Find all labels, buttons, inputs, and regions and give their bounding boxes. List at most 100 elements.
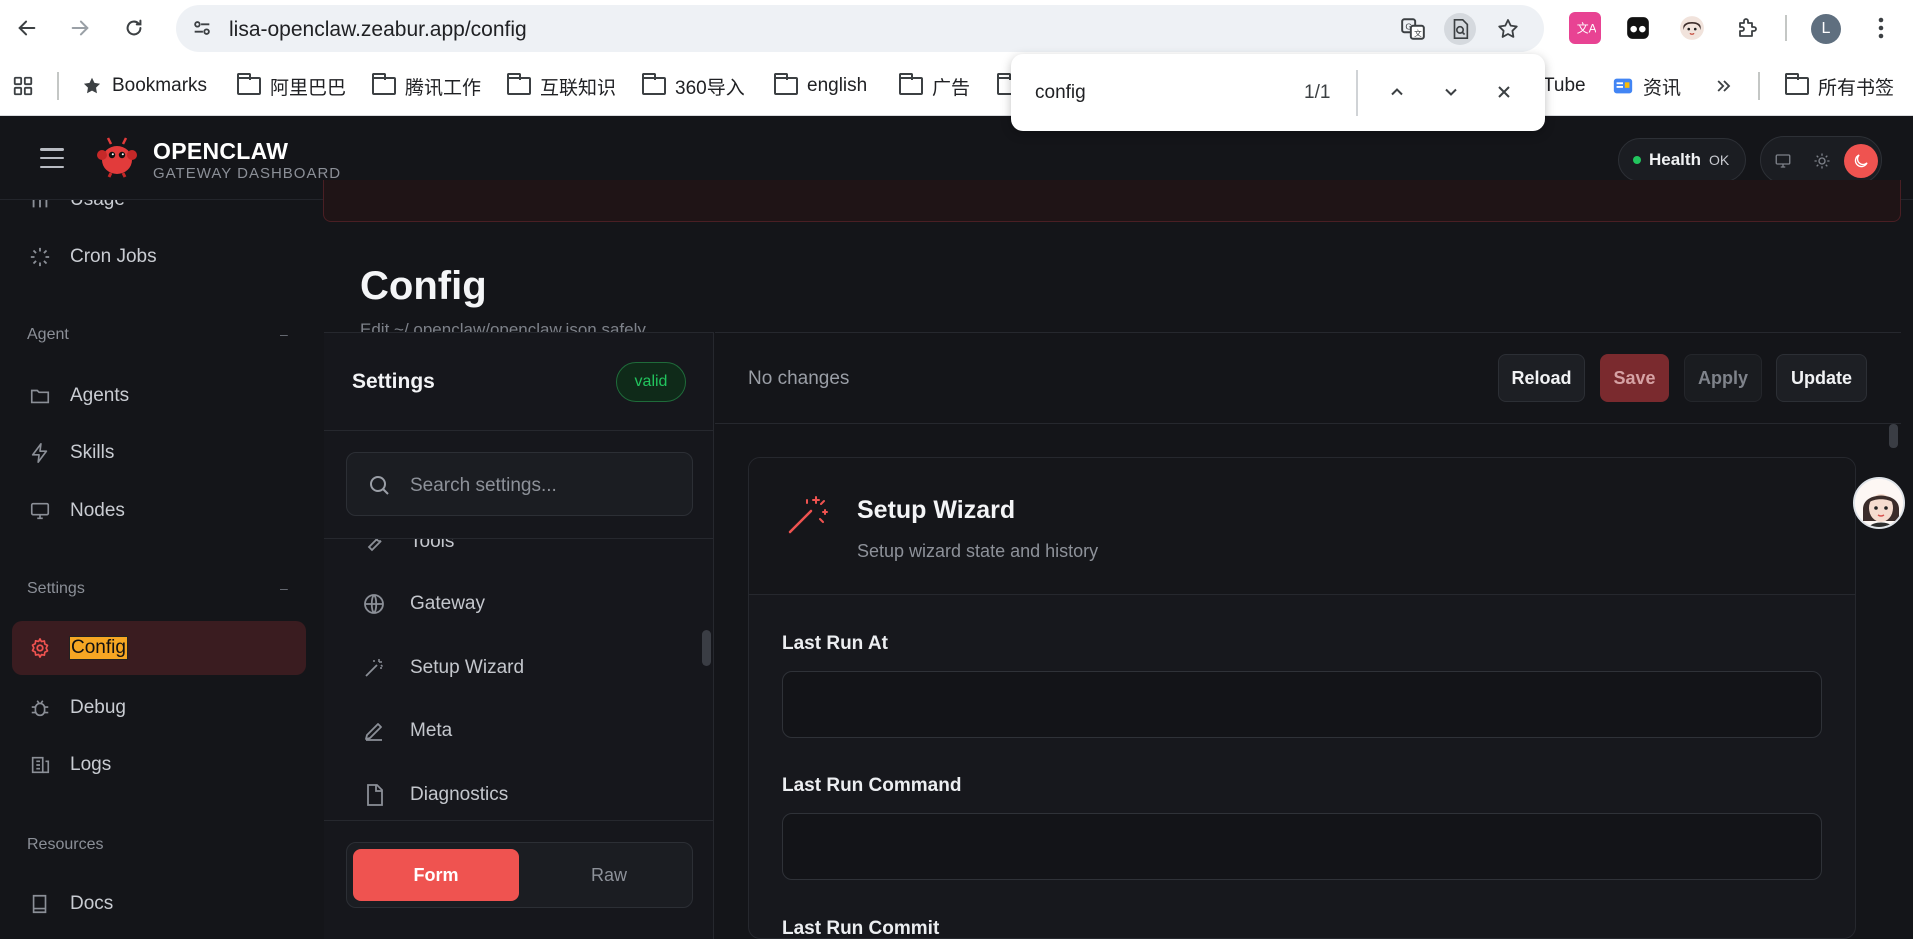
sidebar-item-label: Skills bbox=[70, 442, 115, 463]
profile-avatar[interactable]: L bbox=[1811, 14, 1841, 44]
health-value: OK bbox=[1708, 152, 1730, 168]
sidebar-item-docs[interactable]: Docs bbox=[12, 877, 306, 931]
chevron-down-icon bbox=[1445, 88, 1457, 96]
back-button[interactable] bbox=[11, 12, 43, 44]
save-button[interactable]: Save bbox=[1600, 354, 1669, 402]
reload-page-button[interactable] bbox=[118, 12, 150, 44]
sidebar-section-resources[interactable]: Resources bbox=[27, 836, 103, 854]
star-filled-icon bbox=[83, 77, 101, 94]
bookmark-folder[interactable]: 360导入 bbox=[641, 73, 745, 99]
folder-icon bbox=[28, 384, 52, 408]
menu-icon[interactable] bbox=[40, 148, 64, 168]
bookmark-folder[interactable]: 阿里巴巴 bbox=[236, 73, 347, 99]
section-list-scrollbar[interactable] bbox=[702, 630, 711, 666]
reload-button[interactable]: Reload bbox=[1498, 354, 1585, 402]
form-mode-button[interactable]: Form bbox=[353, 849, 519, 901]
more-bookmarks-button[interactable] bbox=[1714, 73, 1734, 99]
section-item-meta[interactable]: Meta bbox=[362, 716, 452, 746]
gear-icon bbox=[28, 636, 52, 660]
folder-icon bbox=[1784, 73, 1809, 95]
translate-extension-icon[interactable]: 文A bbox=[1569, 12, 1601, 44]
system-theme-button[interactable] bbox=[1767, 145, 1799, 177]
sidebar-item-config[interactable]: Config bbox=[12, 621, 306, 675]
tampermonkey-extension-icon[interactable] bbox=[1622, 12, 1654, 44]
light-theme-button[interactable] bbox=[1806, 145, 1838, 177]
status-badge: valid bbox=[616, 362, 686, 402]
section-item-label: Meta bbox=[410, 720, 453, 741]
find-next-button[interactable] bbox=[1433, 74, 1469, 110]
forward-button[interactable] bbox=[64, 12, 96, 44]
sidebar-item-usage[interactable]: Usage bbox=[12, 200, 306, 227]
news-icon bbox=[1613, 78, 1633, 94]
moon-icon bbox=[1854, 154, 1868, 168]
translate-icon[interactable]: G文 bbox=[1397, 13, 1429, 45]
sidebar-item-skills[interactable]: Skills bbox=[12, 426, 306, 480]
collapse-settings-toggle[interactable]: – bbox=[280, 580, 288, 596]
sidebar-item-logs[interactable]: Logs bbox=[12, 738, 306, 792]
chevron-up-icon bbox=[1391, 88, 1403, 96]
sidebar-item-cron-jobs[interactable]: Cron Jobs bbox=[12, 230, 306, 284]
collapse-agent-toggle[interactable]: – bbox=[280, 326, 288, 342]
globe-icon bbox=[364, 594, 384, 614]
field-label: Last Run Command bbox=[782, 775, 962, 796]
all-bookmarks-folder[interactable]: 所有书签 bbox=[1784, 73, 1894, 99]
arrow-left-icon bbox=[18, 20, 36, 36]
bookmark-folder[interactable]: 互联知识 bbox=[506, 73, 616, 99]
bookmark-label: 360导入 bbox=[675, 77, 745, 99]
last-run-command-input[interactable] bbox=[782, 813, 1822, 880]
find-previous-button[interactable] bbox=[1379, 74, 1415, 110]
apply-button[interactable]: Apply bbox=[1684, 354, 1762, 402]
wand-icon bbox=[788, 496, 828, 534]
sun-icon bbox=[1814, 153, 1830, 169]
sidebar: Usage Cron Jobs Agent – Agents Skills No… bbox=[0, 200, 320, 939]
apps-grid-icon[interactable] bbox=[12, 73, 34, 99]
section-item-setup-wizard[interactable]: Setup Wizard bbox=[362, 653, 524, 683]
bar-chart-icon bbox=[28, 200, 52, 212]
search-placeholder: Search settings... bbox=[410, 475, 557, 496]
bookmark-folder[interactable]: 腾讯工作 bbox=[371, 73, 481, 99]
assistant-avatar[interactable] bbox=[1853, 477, 1905, 529]
section-item-label: Gateway bbox=[410, 593, 485, 614]
find-close-button[interactable] bbox=[1486, 74, 1522, 110]
bookmark-folder[interactable]: english bbox=[773, 73, 867, 99]
find-in-page-icon[interactable] bbox=[1444, 13, 1476, 45]
folder-icon bbox=[506, 73, 531, 95]
folder-icon bbox=[773, 73, 798, 95]
bug-icon bbox=[28, 696, 52, 720]
avatar-extension-icon[interactable] bbox=[1676, 12, 1708, 44]
sidebar-item-nodes[interactable]: Nodes bbox=[12, 484, 306, 538]
url-text[interactable]: lisa-openclaw.zeabur.app/config bbox=[229, 18, 527, 42]
site-info-icon[interactable] bbox=[188, 14, 216, 42]
more-vertical-icon[interactable] bbox=[1865, 12, 1897, 44]
bookmark-star-icon[interactable] bbox=[1492, 13, 1524, 45]
sidebar-item-label: Docs bbox=[70, 893, 114, 914]
sidebar-item-agents[interactable]: Agents bbox=[12, 369, 306, 423]
address-bar[interactable]: lisa-openclaw.zeabur.app/config G文 bbox=[176, 5, 1544, 52]
search-input[interactable]: Search settings... bbox=[346, 452, 693, 516]
zap-icon bbox=[28, 441, 52, 465]
find-input[interactable]: config bbox=[1035, 82, 1086, 104]
health-label: Health bbox=[1649, 150, 1701, 169]
section-item-diagnostics[interactable]: Diagnostics bbox=[362, 780, 508, 810]
change-status: No changes bbox=[748, 368, 850, 389]
content-scrollbar[interactable] bbox=[1889, 424, 1898, 448]
bookmark-label: 阿里巴巴 bbox=[270, 77, 347, 99]
sidebar-section-agent[interactable]: Agent bbox=[27, 326, 69, 344]
sidebar-section-settings[interactable]: Settings bbox=[27, 580, 85, 598]
alert-banner bbox=[323, 180, 1901, 222]
section-item-tools[interactable]: Tools bbox=[362, 539, 454, 557]
sidebar-item-debug[interactable]: Debug bbox=[12, 681, 306, 735]
folder-icon bbox=[371, 73, 396, 95]
update-button[interactable]: Update bbox=[1776, 354, 1867, 402]
bookmark-label: Tube bbox=[1543, 75, 1586, 96]
bookmark-item[interactable]: Tube bbox=[1543, 73, 1586, 99]
bookmark-folder[interactable]: 广告 bbox=[898, 73, 970, 99]
raw-mode-button[interactable]: Raw bbox=[529, 849, 689, 901]
bookmark-item[interactable]: Bookmarks bbox=[81, 73, 207, 99]
brand-title: OPENCLAW bbox=[153, 138, 289, 164]
dark-theme-button[interactable] bbox=[1844, 144, 1878, 178]
extensions-puzzle-icon[interactable] bbox=[1731, 12, 1763, 44]
section-item-gateway[interactable]: Gateway bbox=[362, 589, 485, 619]
last-run-at-input[interactable] bbox=[782, 671, 1822, 738]
bookmark-item[interactable]: 资讯 bbox=[1612, 73, 1681, 99]
